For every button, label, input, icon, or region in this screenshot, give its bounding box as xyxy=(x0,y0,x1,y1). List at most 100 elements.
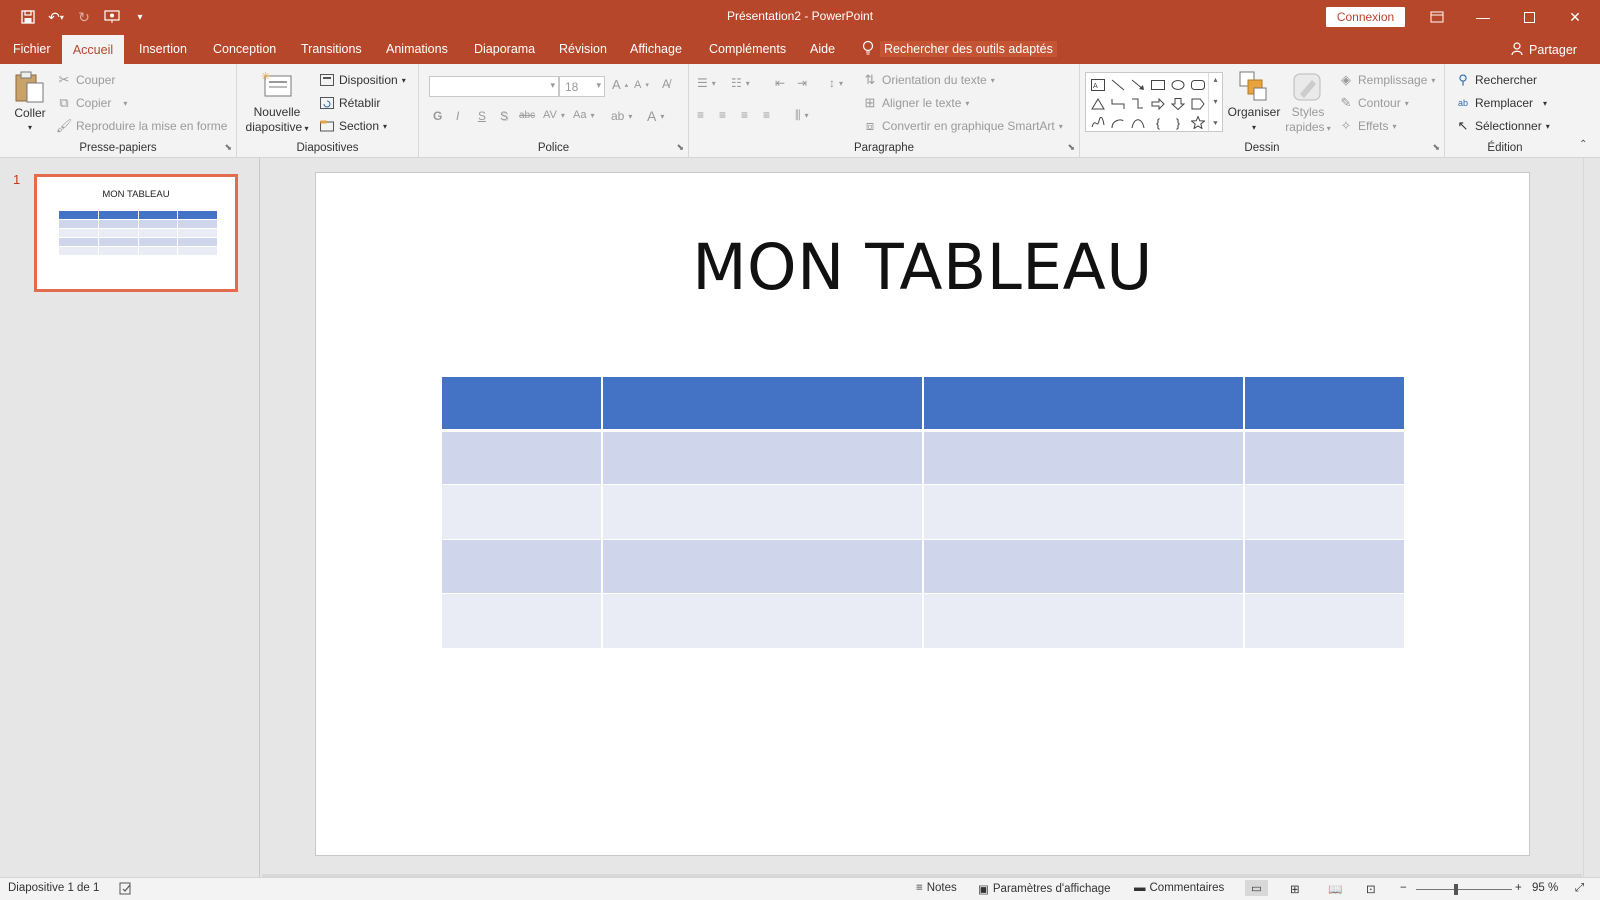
format-painter-button[interactable]: 🖌 Reproduire la mise en forme xyxy=(56,118,228,134)
table-cell[interactable] xyxy=(921,484,1245,540)
text-shadow-icon[interactable]: S xyxy=(500,109,508,123)
arrow-line-shape-icon[interactable] xyxy=(1128,75,1148,94)
shapes-gallery-scroll[interactable]: ▴ ▾ ⯆ xyxy=(1208,73,1222,131)
table-cell[interactable] xyxy=(1242,484,1404,540)
convert-smartart-button[interactable]: ⧈ Convertir en graphique SmartArt ▾ xyxy=(862,118,1063,134)
align-right-icon[interactable]: ≡ xyxy=(741,108,748,122)
table-cell[interactable] xyxy=(921,539,1245,594)
ribbon-display-options-icon[interactable] xyxy=(1414,0,1460,34)
shapes-gallery[interactable]: A { } ▴ ▾ ⯆ xyxy=(1085,72,1223,132)
shape-outline-button[interactable]: ✎ Contour ▾ xyxy=(1338,95,1409,111)
table-cell[interactable] xyxy=(601,430,924,485)
bold-icon[interactable]: G xyxy=(433,109,442,123)
tab-animations[interactable]: Animations xyxy=(376,34,458,64)
line-spacing-icon[interactable]: ↕ ▾ xyxy=(829,76,843,90)
line-shape-icon[interactable] xyxy=(1108,75,1128,94)
arrange-icon[interactable] xyxy=(1238,70,1268,105)
align-left-icon[interactable]: ≡ xyxy=(697,108,704,122)
new-slide-icon[interactable]: ✳ xyxy=(261,70,293,103)
shrink-font-icon[interactable]: A ▾ xyxy=(634,79,649,91)
select-button[interactable]: ↖ Sélectionner ▾ xyxy=(1455,118,1550,134)
tab-insert[interactable]: Insertion xyxy=(129,34,197,64)
sign-in-button[interactable]: Connexion xyxy=(1326,7,1405,27)
table-cell[interactable] xyxy=(921,430,1245,485)
paragraph-launcher-icon[interactable]: ⬊ xyxy=(1067,142,1075,153)
drawing-launcher-icon[interactable]: ⬊ xyxy=(1432,142,1440,153)
decrease-indent-icon[interactable]: ⇤ xyxy=(775,76,785,90)
new-slide-label-1[interactable]: Nouvelle xyxy=(239,105,315,120)
fit-to-window-icon[interactable]: ⤢ xyxy=(1575,882,1584,895)
shape-fill-button[interactable]: ◈ Remplissage ▾ xyxy=(1338,72,1435,88)
table-cell[interactable] xyxy=(442,377,604,432)
minimize-icon[interactable]: — xyxy=(1460,0,1506,34)
normal-view-icon[interactable]: ▭ xyxy=(1245,880,1268,896)
star-shape-icon[interactable] xyxy=(1188,113,1208,132)
paste-dropdown-icon[interactable]: ▾ xyxy=(8,120,52,135)
columns-icon[interactable]: ⫼ ▾ xyxy=(795,108,809,123)
align-text-button[interactable]: ⊞ Aligner le texte ▾ xyxy=(862,95,970,111)
tell-me-box[interactable]: Rechercher des outils adaptés xyxy=(862,39,1057,59)
slide-title[interactable]: MON TABLEAU xyxy=(316,231,1529,304)
clipboard-launcher-icon[interactable]: ⬊ xyxy=(224,142,232,153)
elbow-arrow-shape-icon[interactable] xyxy=(1128,94,1148,113)
table-cell[interactable] xyxy=(921,593,1245,649)
increase-indent-icon[interactable]: ⇥ xyxy=(797,76,807,90)
table-cell[interactable] xyxy=(442,484,604,540)
paste-button[interactable]: Coller xyxy=(8,106,52,121)
cut-button[interactable]: ✂ Couper xyxy=(56,72,116,88)
right-brace-shape-icon[interactable]: } xyxy=(1168,113,1188,132)
section-button[interactable]: Section ▾ xyxy=(319,118,387,134)
table-cell[interactable] xyxy=(1242,377,1404,432)
quick-styles-button[interactable]: rapides ▾ xyxy=(1280,120,1336,136)
display-settings-button[interactable]: ▣ Paramètres d'affichage xyxy=(978,882,1111,896)
down-arrow-shape-icon[interactable] xyxy=(1168,94,1188,113)
oval-shape-icon[interactable] xyxy=(1168,75,1188,94)
freeform-shape-icon[interactable] xyxy=(1088,113,1108,132)
underline-icon[interactable]: S xyxy=(478,109,486,123)
right-arrow-shape-icon[interactable] xyxy=(1148,94,1168,113)
triangle-shape-icon[interactable] xyxy=(1088,94,1108,113)
tab-transitions[interactable]: Transitions xyxy=(291,34,372,64)
tab-file[interactable]: Fichier xyxy=(3,34,61,64)
shape-effects-button[interactable]: ✧ Effets ▾ xyxy=(1338,118,1397,134)
italic-icon[interactable]: I xyxy=(456,109,459,123)
slide-table[interactable] xyxy=(442,377,1404,649)
spelling-check-icon[interactable] xyxy=(119,882,133,895)
vertical-scrollbar[interactable] xyxy=(1583,158,1600,877)
scroll-down-icon[interactable]: ▾ xyxy=(1213,97,1217,106)
highlight-icon[interactable]: ab ▾ xyxy=(611,109,632,123)
bullets-icon[interactable]: ☰ ▾ xyxy=(697,76,716,90)
tab-home[interactable]: Accueil xyxy=(62,35,124,64)
numbering-icon[interactable]: ☷ ▾ xyxy=(731,76,750,90)
table-cell[interactable] xyxy=(601,484,924,540)
table-cell[interactable] xyxy=(1242,593,1404,649)
font-color-icon[interactable]: A ▾ xyxy=(647,108,664,124)
quick-styles-label-1[interactable]: Styles xyxy=(1280,105,1336,120)
elbow-connector-shape-icon[interactable] xyxy=(1108,94,1128,113)
rectangle-shape-icon[interactable] xyxy=(1148,75,1168,94)
font-launcher-icon[interactable]: ⬊ xyxy=(676,142,684,153)
arrange-dropdown-icon[interactable]: ▾ xyxy=(1226,120,1282,135)
table-cell[interactable] xyxy=(442,539,604,594)
table-cell[interactable] xyxy=(1242,430,1404,485)
table-cell[interactable] xyxy=(601,593,924,649)
zoom-slider[interactable] xyxy=(1416,889,1512,890)
find-button[interactable]: ⚲ Rechercher xyxy=(1455,72,1537,88)
table-cell[interactable] xyxy=(442,593,604,649)
slide-sorter-icon[interactable]: ⊞ xyxy=(1290,882,1300,896)
new-slide-button[interactable]: diapositive ▾ xyxy=(239,120,315,136)
grow-font-icon[interactable]: A ▴ xyxy=(612,77,628,92)
quick-styles-icon[interactable] xyxy=(1292,70,1322,105)
tab-view[interactable]: Affichage xyxy=(620,34,692,64)
text-direction-button[interactable]: ⇅ Orientation du texte ▾ xyxy=(862,72,995,88)
copy-button[interactable]: ⧉ Copier ▾ xyxy=(56,95,127,111)
font-name-combo[interactable]: ▾ xyxy=(429,76,559,97)
reset-button[interactable]: Rétablir xyxy=(319,95,380,111)
zoom-slider-handle[interactable] xyxy=(1454,884,1458,895)
paste-icon[interactable] xyxy=(14,70,46,107)
gallery-more-icon[interactable]: ⯆ xyxy=(1212,119,1218,129)
left-brace-shape-icon[interactable]: { xyxy=(1148,113,1168,132)
curve-shape-icon[interactable] xyxy=(1108,113,1128,132)
tab-addins[interactable]: Compléments xyxy=(699,34,796,64)
zoom-level[interactable]: 95 % xyxy=(1532,882,1558,894)
